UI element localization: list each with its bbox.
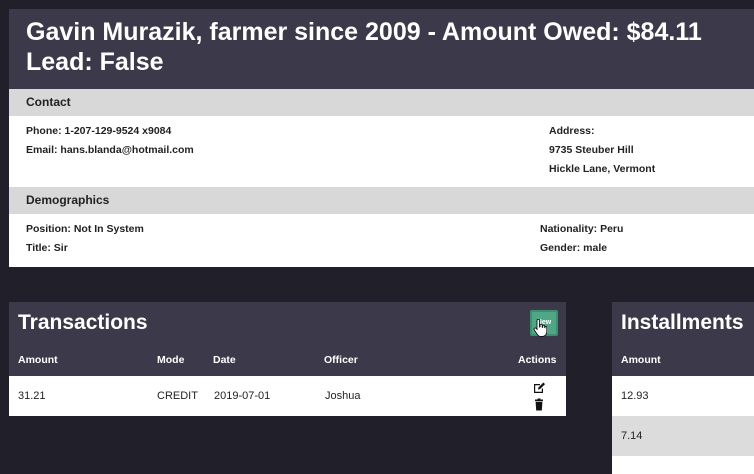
gender-text: Gender: male: [540, 242, 608, 254]
col-header-amount: Amount: [18, 354, 58, 366]
inst-col-header-amount: Amount: [621, 354, 661, 366]
address-line1: 9735 Steuber Hill: [549, 144, 634, 156]
table-row: 12.93: [612, 376, 754, 416]
profile-header: Gavin Murazik, farmer since 2009 - Amoun…: [9, 9, 754, 89]
demographics-section: Position: Not In System Title: Sir Natio…: [9, 214, 754, 267]
nationality-text: Nationality: Peru: [540, 223, 624, 235]
date-cell: 2019-07-01: [214, 390, 271, 402]
table-row: 31.21 CREDIT 2019-07-01 Joshua: [9, 376, 566, 416]
demographics-heading: Demographics: [9, 187, 754, 214]
mode-cell: CREDIT: [157, 390, 198, 402]
table-row: 7.14: [612, 416, 754, 456]
profile-title-line1: Gavin Murazik, farmer since 2009 - Amoun…: [26, 18, 702, 46]
transactions-title: Transactions: [18, 311, 148, 334]
customer-profile-card: Gavin Murazik, farmer since 2009 - Amoun…: [9, 9, 754, 267]
title-text: Title: Sir: [26, 242, 68, 254]
col-header-mode: Mode: [157, 354, 185, 366]
officer-cell: Joshua: [325, 390, 361, 402]
installments-header: Installments Amount: [612, 302, 754, 376]
trash-icon[interactable]: [532, 398, 546, 412]
phone-text: Phone: 1-207-129-9524 x9084: [26, 125, 172, 137]
hand-pointer-icon: [533, 319, 547, 337]
contact-section: Phone: 1-207-129-9524 x9084 Email: hans.…: [9, 116, 754, 187]
inst-amount-cell: 7.14: [621, 430, 643, 442]
table-row: [612, 456, 754, 474]
col-header-actions: Actions: [518, 354, 557, 366]
transactions-header: Transactions New Amount Mode Date Office…: [9, 302, 566, 376]
col-header-officer: Officer: [324, 354, 358, 366]
col-header-date: Date: [213, 354, 236, 366]
inst-amount-cell: 12.93: [621, 390, 649, 402]
amount-cell: 31.21: [18, 390, 46, 402]
email-text: Email: hans.blanda@hotmail.com: [26, 144, 194, 156]
installments-title: Installments: [621, 311, 744, 334]
address-label: Address:: [549, 125, 595, 137]
profile-title-line2: Lead: False: [26, 48, 164, 76]
position-text: Position: Not In System: [26, 223, 144, 235]
contact-heading: Contact: [9, 89, 754, 116]
transactions-panel: Transactions New Amount Mode Date Office…: [9, 302, 566, 416]
address-line2: Hickle Lane, Vermont: [549, 163, 656, 175]
installments-panel: Installments Amount 12.93 7.14: [612, 302, 754, 474]
edit-icon[interactable]: [532, 381, 546, 395]
